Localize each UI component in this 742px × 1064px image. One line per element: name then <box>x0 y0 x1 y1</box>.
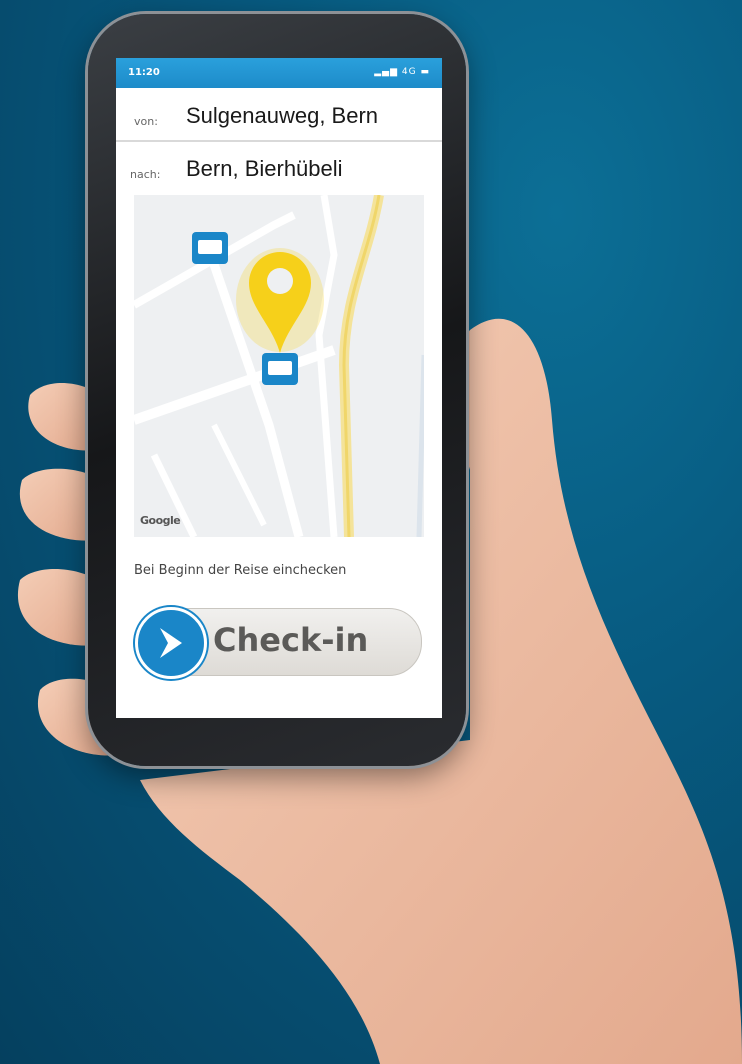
from-field[interactable]: von: Sulgenauweg, Bern <box>116 88 442 142</box>
from-label: von: <box>134 115 158 128</box>
to-value: Bern, Bierhübeli <box>186 156 343 181</box>
checkin-button[interactable]: Check-in <box>134 607 422 679</box>
checkin-label: Check-in <box>213 621 369 659</box>
to-label: nach: <box>130 168 161 181</box>
status-time: 11:20 <box>128 67 160 78</box>
battery-icon: ▬ <box>420 67 430 77</box>
status-icons: ▂▄▆ 4G ▬ <box>374 67 430 77</box>
map-streets <box>134 195 424 537</box>
app-screen: 11:20 ▂▄▆ 4G ▬ von: Sulgenauweg, Bern na… <box>116 58 442 718</box>
network-label: 4G <box>401 67 417 77</box>
map-attribution: Google <box>140 514 181 527</box>
map-view[interactable]: Google <box>134 195 424 537</box>
checkin-arrow-icon <box>135 607 207 679</box>
to-field[interactable]: nach: Bern, Bierhübeli <box>116 142 442 194</box>
signal-icon: ▂▄▆ <box>374 67 399 77</box>
status-bar: 11:20 ▂▄▆ 4G ▬ <box>116 58 442 88</box>
checkin-hint: Bei Beginn der Reise einchecken <box>134 563 347 578</box>
from-value: Sulgenauweg, Bern <box>186 103 379 128</box>
